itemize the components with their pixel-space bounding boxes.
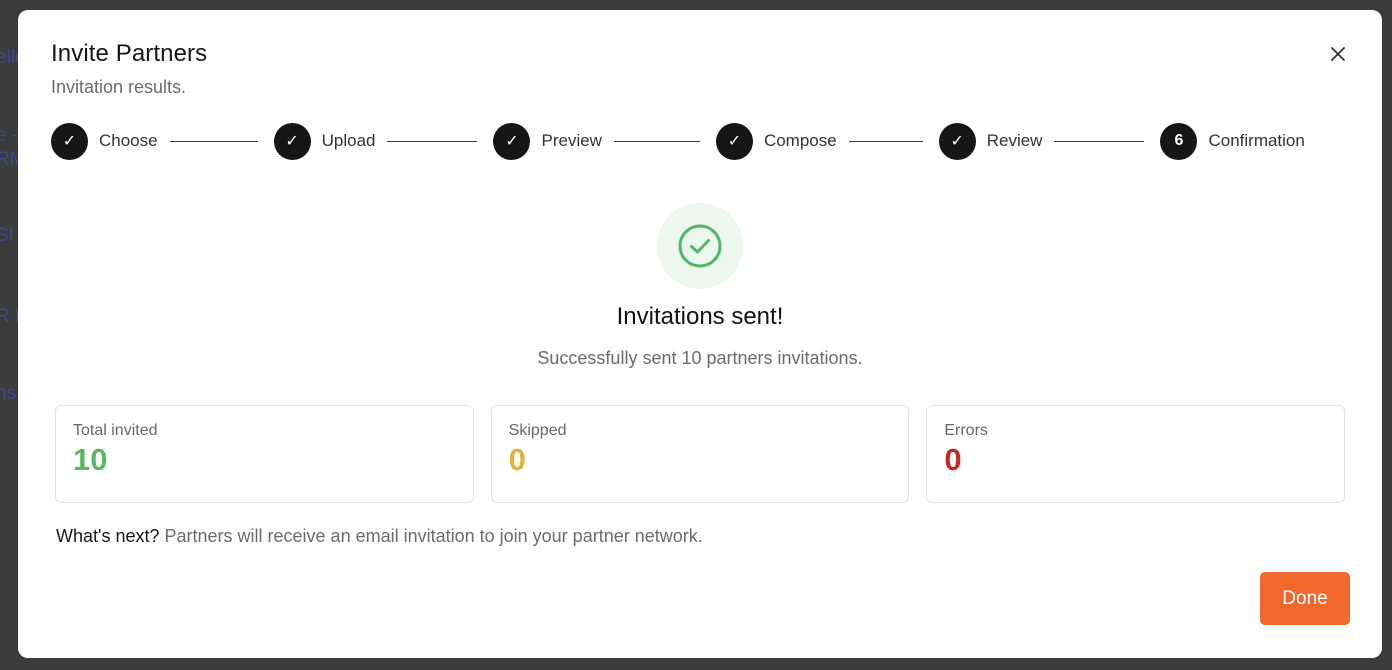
step-connector (169, 140, 258, 142)
step-number: 6 (1160, 122, 1198, 160)
step-compose: ✓ Compose (715, 122, 837, 160)
stat-value: 0 (508, 442, 526, 477)
step-label: Choose (99, 131, 158, 150)
background-text: SI (0, 225, 14, 246)
result-message: Successfully sent 10 partners invitation… (537, 348, 863, 368)
step-confirmation: 6 Confirmation (1160, 122, 1305, 160)
stat-label: Total invited (73, 422, 158, 439)
stat-card-skipped: Skipped 0 (490, 405, 910, 503)
step-connector (613, 140, 700, 142)
check-icon: ✓ (51, 122, 88, 160)
close-button[interactable] (1324, 40, 1352, 68)
step-connector (387, 140, 478, 142)
close-icon (1331, 47, 1345, 61)
stepper: ✓ Choose ✓ Upload ✓ Preview ✓ Compose ✓ … (51, 122, 1311, 160)
invite-partners-modal: Invite Partners Invitation results. ✓ Ch… (18, 10, 1382, 658)
step-label: Upload (321, 131, 376, 150)
step-label: Preview (541, 131, 602, 150)
step-label: Compose (763, 131, 837, 150)
stat-label: Errors (944, 422, 988, 439)
step-label: Confirmation (1208, 131, 1305, 150)
stat-card-errors: Errors 0 (926, 405, 1346, 503)
step-connector (1054, 140, 1145, 142)
check-icon: ✓ (273, 122, 311, 160)
step-choose: ✓ Choose (51, 122, 158, 160)
step-label: Review (986, 131, 1043, 150)
whats-next-label: What's next? (56, 526, 160, 546)
step-preview: ✓ Preview (493, 122, 602, 160)
background-text: ns (0, 383, 17, 404)
whats-next-text: What's next? Partners will receive an em… (56, 526, 703, 547)
stat-label: Skipped (508, 422, 567, 439)
stat-value: 10 (73, 442, 108, 477)
result-heading: Invitations sent! (616, 303, 784, 330)
stat-value: 0 (944, 442, 962, 477)
check-icon: ✓ (715, 122, 753, 160)
check-circle-icon (657, 203, 743, 289)
step-connector (848, 140, 923, 142)
modal-title: Invite Partners (51, 40, 208, 67)
check-icon: ✓ (493, 122, 531, 160)
stat-card-total-invited: Total invited 10 (55, 405, 474, 503)
whats-next-body: Partners will receive an email invitatio… (164, 526, 703, 546)
background-text: e - (0, 125, 19, 146)
stats-row: Total invited 10 Skipped 0 Errors 0 (55, 405, 1346, 503)
step-review: ✓ Review (938, 122, 1043, 160)
modal-subtitle: Invitation results. (51, 77, 187, 97)
check-icon: ✓ (938, 122, 976, 160)
done-button[interactable]: Done (1260, 572, 1350, 625)
step-upload: ✓ Upload (273, 122, 376, 160)
